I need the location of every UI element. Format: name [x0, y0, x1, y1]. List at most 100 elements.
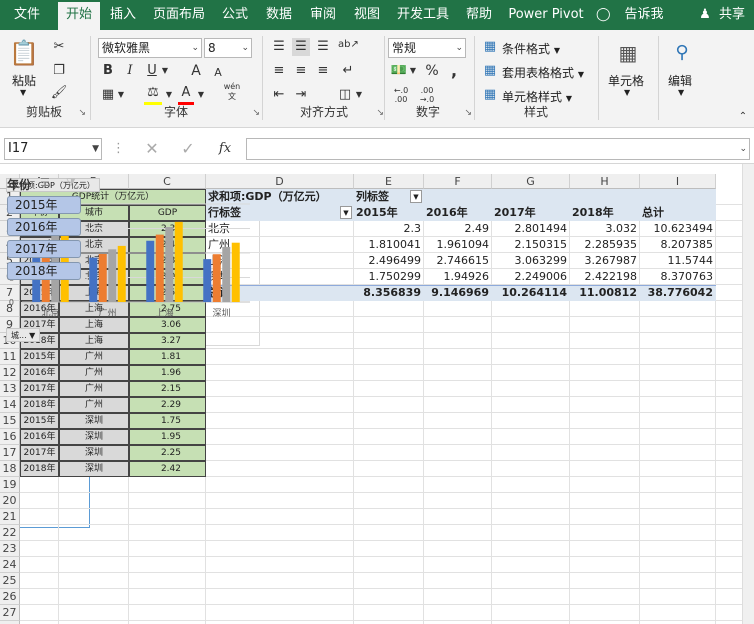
align-bottom-icon[interactable]: ☰	[314, 38, 332, 56]
row-header-18[interactable]: 18	[0, 461, 20, 477]
group-cells[interactable]: ▦ 单元格 ▼	[602, 34, 654, 122]
pivot-value-cell[interactable]: 2.422198	[570, 269, 640, 285]
orientation-icon[interactable]: ab↗	[338, 36, 359, 54]
row-header-26[interactable]: 26	[0, 589, 20, 605]
borders-icon[interactable]: ▦	[100, 86, 116, 104]
pivot-column-header[interactable]: 2016年	[426, 205, 468, 221]
accounting-format-icon[interactable]: 💵	[390, 62, 408, 80]
slicer-item-2015年[interactable]: 2015年	[7, 196, 81, 214]
pivot-value-cell[interactable]: 3.063299	[492, 253, 570, 269]
column-filter-dropdown-icon[interactable]: ▼	[410, 190, 422, 203]
tab-file[interactable]: 文件	[4, 0, 50, 30]
column-header-g[interactable]: G	[492, 174, 570, 189]
source-data-cell[interactable]: 2015年	[20, 349, 59, 365]
row-header-25[interactable]: 25	[0, 573, 20, 589]
shrink-font-button[interactable]: A	[210, 64, 226, 82]
column-header-f[interactable]: F	[424, 174, 492, 189]
share-button[interactable]: 共享	[712, 0, 752, 30]
pivot-value-cell[interactable]: 1.750299	[354, 269, 424, 285]
row-header-16[interactable]: 16	[0, 429, 20, 445]
pivot-column-header[interactable]: 2017年	[494, 205, 536, 221]
column-header-i[interactable]: I	[640, 174, 716, 189]
pivot-column-header[interactable]: 总计	[642, 205, 664, 221]
pivot-value-cell[interactable]: 11.5744	[640, 253, 716, 269]
name-box[interactable]: I17 ▼	[4, 138, 102, 160]
tab-review[interactable]: 审阅	[304, 0, 342, 30]
grow-font-button[interactable]: A	[188, 62, 204, 80]
align-right-icon[interactable]: ≡	[314, 62, 332, 80]
row-header-17[interactable]: 17	[0, 445, 20, 461]
pivot-column-labels[interactable]: 列标签	[356, 189, 389, 205]
source-data-cell[interactable]: 1.75	[129, 413, 206, 429]
source-data-cell[interactable]: 1.81	[129, 349, 206, 365]
pivot-value-cell[interactable]: 1.810041	[354, 237, 424, 253]
align-top-icon[interactable]: ☰	[270, 38, 288, 56]
source-data-cell[interactable]: 2016年	[20, 429, 59, 445]
copy-icon[interactable]: ❐	[50, 62, 68, 80]
font-color-button[interactable]: A	[178, 84, 194, 105]
row-header-19[interactable]: 19	[0, 477, 20, 493]
column-header-h[interactable]: H	[570, 174, 640, 189]
pivot-column-header[interactable]: 2018年	[572, 205, 614, 221]
column-header-e[interactable]: E	[354, 174, 424, 189]
collapse-ribbon-icon[interactable]: ⌃	[736, 108, 750, 126]
row-header-14[interactable]: 14	[0, 397, 20, 413]
comma-style-button[interactable]: ,	[446, 62, 462, 80]
source-data-cell[interactable]: 3.27	[129, 333, 206, 349]
pivot-total-cell[interactable]: 8.356839	[354, 285, 424, 301]
cut-icon[interactable]: ✂	[50, 38, 68, 56]
align-left-icon[interactable]: ≡	[270, 62, 288, 80]
row-filter-dropdown-icon[interactable]: ▼	[340, 206, 352, 219]
number-dialog-launcher-icon[interactable]: ↘	[464, 108, 472, 118]
underline-button[interactable]: U	[144, 62, 160, 80]
increase-decimal-icon[interactable]: ←.0.00	[390, 86, 412, 104]
pivot-value-cell[interactable]: 2.3	[354, 221, 424, 237]
row-header-21[interactable]: 21	[0, 509, 20, 525]
column-header-d[interactable]: D	[206, 174, 354, 189]
accounting-dropdown-icon[interactable]: ▼	[408, 62, 418, 80]
pivot-total-cell[interactable]: 9.146969	[424, 285, 492, 301]
pivot-value-cell[interactable]: 2.49	[424, 221, 492, 237]
column-header-c[interactable]: C	[129, 174, 206, 189]
pivot-value-cell[interactable]: 1.961094	[424, 237, 492, 253]
wrap-text-icon[interactable]: ↵	[338, 62, 358, 80]
decrease-indent-icon[interactable]: ⇤	[270, 86, 288, 104]
tab-page-layout[interactable]: 页面布局	[148, 0, 210, 30]
row-header-12[interactable]: 12	[0, 365, 20, 381]
pivot-column-header[interactable]: 2015年	[356, 205, 398, 221]
source-data-cell[interactable]: 2017年	[20, 381, 59, 397]
row-header-11[interactable]: 11	[0, 349, 20, 365]
source-data-cell[interactable]: 深圳	[59, 461, 129, 477]
conditional-format-button[interactable]: 条件格式 ▼	[502, 40, 560, 57]
increase-indent-icon[interactable]: ⇥	[292, 86, 310, 104]
pivot-value-cell[interactable]: 2.249006	[492, 269, 570, 285]
source-data-cell[interactable]: 2018年	[20, 461, 59, 477]
phonetic-button[interactable]: wén 文	[218, 82, 246, 102]
source-data-cell[interactable]: 2.15	[129, 381, 206, 397]
tab-developer[interactable]: 开发工具	[392, 0, 454, 30]
percent-button[interactable]: %	[424, 62, 440, 80]
source-data-cell[interactable]: 2017年	[20, 445, 59, 461]
row-header-13[interactable]: 13	[0, 381, 20, 397]
source-data-cell[interactable]: 深圳	[59, 429, 129, 445]
source-data-cell[interactable]: 上海	[59, 333, 129, 349]
multi-select-icon[interactable]: ☰	[40, 176, 50, 189]
alignment-dialog-launcher-icon[interactable]: ↘	[376, 108, 384, 118]
source-data-cell[interactable]: 深圳	[59, 413, 129, 429]
pivot-value-cell[interactable]: 2.285935	[570, 237, 640, 253]
row-header-24[interactable]: 24	[0, 557, 20, 573]
pivot-value-cell[interactable]: 3.267987	[570, 253, 640, 269]
pivot-value-cell[interactable]: 3.032	[570, 221, 640, 237]
worksheet-grid[interactable]: ABCDEFGHI1234567891011121314151617181920…	[0, 174, 742, 624]
tab-view[interactable]: 视图	[348, 0, 386, 30]
source-data-cell[interactable]: 2015年	[20, 413, 59, 429]
paste-button[interactable]: 粘贴	[12, 72, 36, 89]
source-data-cell[interactable]: 广州	[59, 381, 129, 397]
merge-center-icon[interactable]: ◫	[336, 86, 354, 104]
pivot-value-cell[interactable]: 2.801494	[492, 221, 570, 237]
pivot-value-cell[interactable]: 8.370763	[640, 269, 716, 285]
font-name-select[interactable]: 微软雅黑 ⌄	[98, 38, 202, 58]
tab-power-pivot[interactable]: Power Pivot	[504, 0, 588, 30]
group-editing[interactable]: ⚲ 编辑 ▼	[662, 34, 702, 122]
source-data-cell[interactable]: 1.95	[129, 429, 206, 445]
